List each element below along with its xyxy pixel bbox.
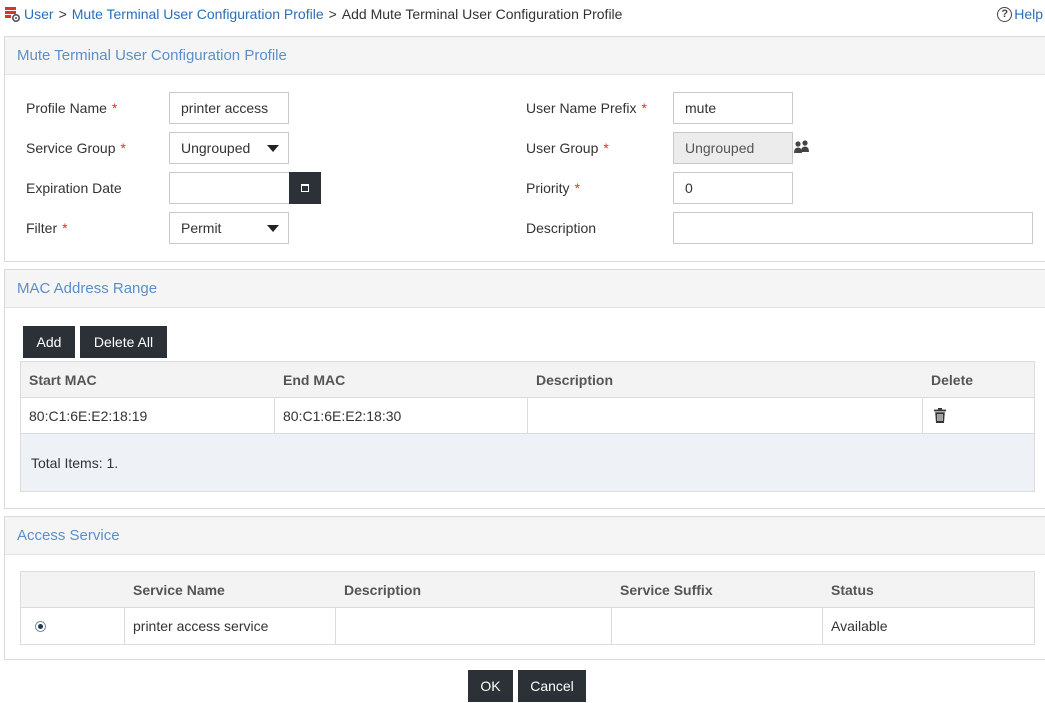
status-cell: Available [831,618,888,634]
breadcrumb-profile-link[interactable]: Mute Terminal User Configuration Profile [72,6,324,22]
priority-input[interactable]: 0 [673,172,793,204]
trash-icon[interactable] [934,408,946,423]
description-label: Description [526,220,597,236]
breadcrumb-current: Add Mute Terminal User Configuration Pro… [341,6,623,22]
priority-label: Priority * [526,180,581,196]
calendar-button[interactable] [289,172,321,204]
user-group-label: User Group * [526,140,609,156]
column-description: Description [536,371,614,388]
mac-table: Start MAC End MAC Description Delete 80:… [20,361,1035,492]
chevron-down-icon [267,145,279,152]
help-label: Help [1014,6,1043,22]
service-radio[interactable] [35,620,46,632]
calendar-icon [301,184,309,192]
ok-button[interactable]: OK [468,670,513,702]
mac-table-total: Total Items: 1. [21,434,1034,491]
filter-label: Filter * [26,220,68,236]
mac-table-header: Start MAC End MAC Description Delete [21,362,1034,398]
chevron-down-icon [267,225,279,232]
service-description-cell [336,608,612,644]
service-suffix-cell [612,608,823,644]
breadcrumb: User > Mute Terminal User Configuration … [4,4,622,24]
start-mac-cell: 80:C1:6E:E2:18:19 [21,398,275,433]
column-end-mac: End MAC [283,371,346,388]
description-input[interactable] [673,212,1033,244]
table-row: 80:C1:6E:E2:18:19 80:C1:6E:E2:18:30 [21,398,1034,434]
service-group-label: Service Group * [26,140,126,156]
user-settings-icon [4,6,21,23]
access-panel-title: Access Service [5,517,1045,555]
service-name-cell: printer access service [125,608,336,644]
radio-selected-dot [38,623,43,629]
column-description: Description [344,581,422,598]
user-group-input: Ungrouped [673,132,793,164]
user-name-prefix-input[interactable]: mute [673,92,793,124]
delete-all-button[interactable]: Delete All [80,326,167,358]
users-icon[interactable] [793,139,811,157]
table-row: printer access service Available [21,608,1034,644]
column-select [21,572,125,607]
add-button[interactable]: Add [23,326,75,358]
breadcrumb-separator: > [58,6,67,22]
column-start-mac: Start MAC [29,371,97,388]
end-mac-cell: 80:C1:6E:E2:18:30 [275,398,528,433]
mac-panel: MAC Address Range Add Delete All Start M… [4,269,1045,509]
column-service-suffix: Service Suffix [620,581,713,598]
access-table-header: Service Name Description Service Suffix … [21,572,1034,608]
help-link[interactable]: ? Help [997,4,1043,24]
profile-name-label: Profile Name * [26,100,118,116]
cancel-button[interactable]: Cancel [518,670,586,702]
expiration-date-input[interactable] [169,172,290,204]
select-cell [21,608,125,644]
help-icon: ? [997,6,1013,22]
profile-panel: Mute Terminal User Configuration Profile… [4,36,1045,262]
service-group-select[interactable]: Ungrouped [169,132,289,164]
breadcrumb-separator: > [328,6,337,22]
description-cell [528,398,923,433]
mac-panel-title: MAC Address Range [5,270,1045,308]
column-status: Status [831,581,874,598]
profile-name-input[interactable]: printer access [169,92,289,124]
delete-cell [923,398,1034,433]
column-service-name: Service Name [133,581,225,598]
user-name-prefix-label: User Name Prefix * [526,100,647,116]
profile-panel-title: Mute Terminal User Configuration Profile [5,37,1045,75]
expiration-date-label: Expiration Date [26,180,122,196]
filter-select[interactable]: Permit [169,212,289,244]
access-service-table: Service Name Description Service Suffix … [20,571,1035,645]
column-delete: Delete [931,371,974,388]
breadcrumb-user-link[interactable]: User [24,6,54,22]
access-panel: Access Service Service Name Description … [4,516,1045,660]
